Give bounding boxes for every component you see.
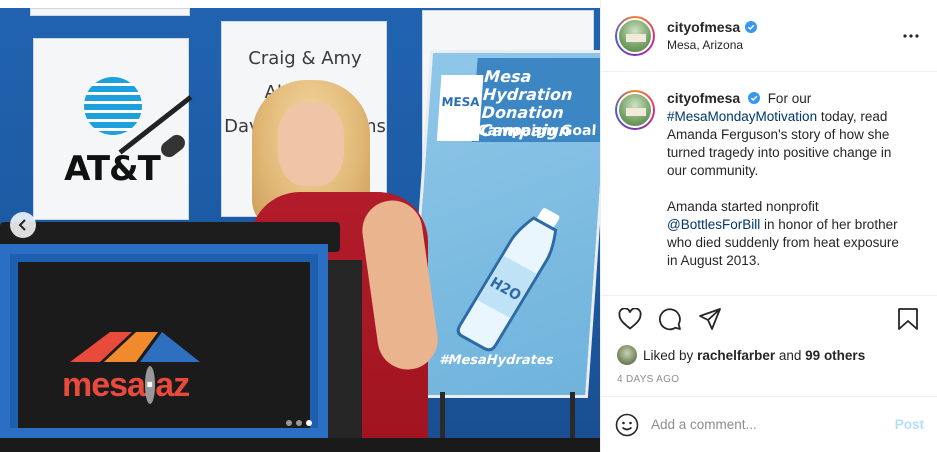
- caption-paragraph: cityofmesa For our #MesaMondayMotivation…: [667, 90, 907, 180]
- username-link[interactable]: cityofmesa: [667, 19, 740, 35]
- mesa-az-logo-text: mesa·az: [62, 366, 190, 405]
- carousel-dot: [286, 420, 292, 426]
- speaker-face: [278, 102, 344, 186]
- easel-leg: [570, 392, 575, 442]
- logo-dot: ·: [144, 366, 156, 404]
- avatar-image: [617, 92, 653, 128]
- location-link[interactable]: Mesa, Arizona: [667, 38, 899, 52]
- more-options-button[interactable]: [899, 24, 923, 48]
- save-button[interactable]: [893, 304, 923, 334]
- post-comment-button[interactable]: Post: [895, 417, 924, 432]
- verified-badge-icon: [747, 92, 760, 104]
- header-text: cityofmesa Mesa, Arizona: [667, 19, 899, 52]
- sponsor-sign-att: AT&T: [33, 38, 189, 220]
- carousel-dots: [286, 420, 312, 426]
- post-timestamp[interactable]: 4 DAYS AGO: [601, 368, 937, 385]
- comment-bubble-icon: [658, 308, 681, 331]
- likes-summary: Liked by rachelfarber and 99 others: [601, 342, 937, 368]
- heart-icon: [618, 308, 642, 330]
- avatar-image: [617, 17, 653, 54]
- liker-avatar[interactable]: [617, 345, 637, 365]
- post-header: cityofmesa Mesa, Arizona: [601, 0, 937, 72]
- likes-prefix: Liked by: [643, 347, 694, 363]
- carousel-dot: [296, 420, 302, 426]
- caption-paragraph: Amanda started nonprofit @BottlesForBill…: [667, 198, 907, 270]
- post-side-panel: cityofmesa Mesa, Arizona cityofmesa For …: [600, 0, 937, 452]
- logo-az: az: [155, 366, 190, 404]
- podium-side: [328, 260, 362, 438]
- bookmark-icon: [898, 308, 918, 330]
- photo-top-edge: [0, 0, 600, 8]
- post-actions: [601, 296, 937, 342]
- caption-area: cityofmesa For our #MesaMondayMotivation…: [601, 72, 937, 296]
- caption-username[interactable]: cityofmesa: [667, 90, 740, 106]
- comment-input[interactable]: [651, 417, 895, 432]
- photo-bottom-edge: [0, 438, 600, 452]
- att-globe-logo: [84, 77, 142, 135]
- avatar[interactable]: [615, 15, 655, 56]
- poster-hashtag: #MesaHydrates: [438, 353, 554, 368]
- mention-link[interactable]: @BottlesForBill: [667, 217, 760, 232]
- like-button[interactable]: [615, 304, 645, 334]
- post-photo[interactable]: AT&T Craig & Amy Ahlstrom Dave & D... ..…: [0, 0, 600, 452]
- carousel-prev-button[interactable]: [10, 212, 36, 238]
- caption-text: cityofmesa For our #MesaMondayMotivation…: [667, 90, 907, 295]
- logo-mesa: mesa: [62, 366, 146, 404]
- caption-text-start: Amanda started nonprofit: [667, 199, 819, 214]
- smiley-icon[interactable]: [615, 413, 639, 437]
- mesa-az-logo-mark: [70, 332, 200, 362]
- caption-text-start: For our: [767, 91, 812, 106]
- carousel-dot-active: [306, 420, 312, 426]
- paper-plane-icon: [699, 308, 721, 330]
- more-horizontal-icon: [903, 33, 919, 38]
- share-button[interactable]: [695, 304, 725, 334]
- water-bottle-icon: H2O: [456, 208, 560, 352]
- header-username-row: cityofmesa: [667, 19, 899, 35]
- podium-panel: mesa·az: [18, 262, 310, 428]
- liker-username[interactable]: rachelfarber: [697, 348, 775, 363]
- caption-avatar[interactable]: [615, 90, 655, 130]
- sponsor-sign-top: [30, 8, 190, 16]
- likes-others-link[interactable]: 99 others: [805, 348, 865, 363]
- verified-badge-icon: [745, 21, 758, 33]
- podium: mesa·az: [0, 244, 328, 438]
- poster-goal-label: Campaign Goal: [476, 123, 597, 139]
- comment-button[interactable]: [655, 304, 685, 334]
- chevron-left-icon: [18, 219, 26, 231]
- comment-box: Post: [601, 396, 937, 452]
- likes-and: and: [778, 347, 802, 363]
- hashtag-link[interactable]: #MesaMondayMotivation: [667, 109, 817, 124]
